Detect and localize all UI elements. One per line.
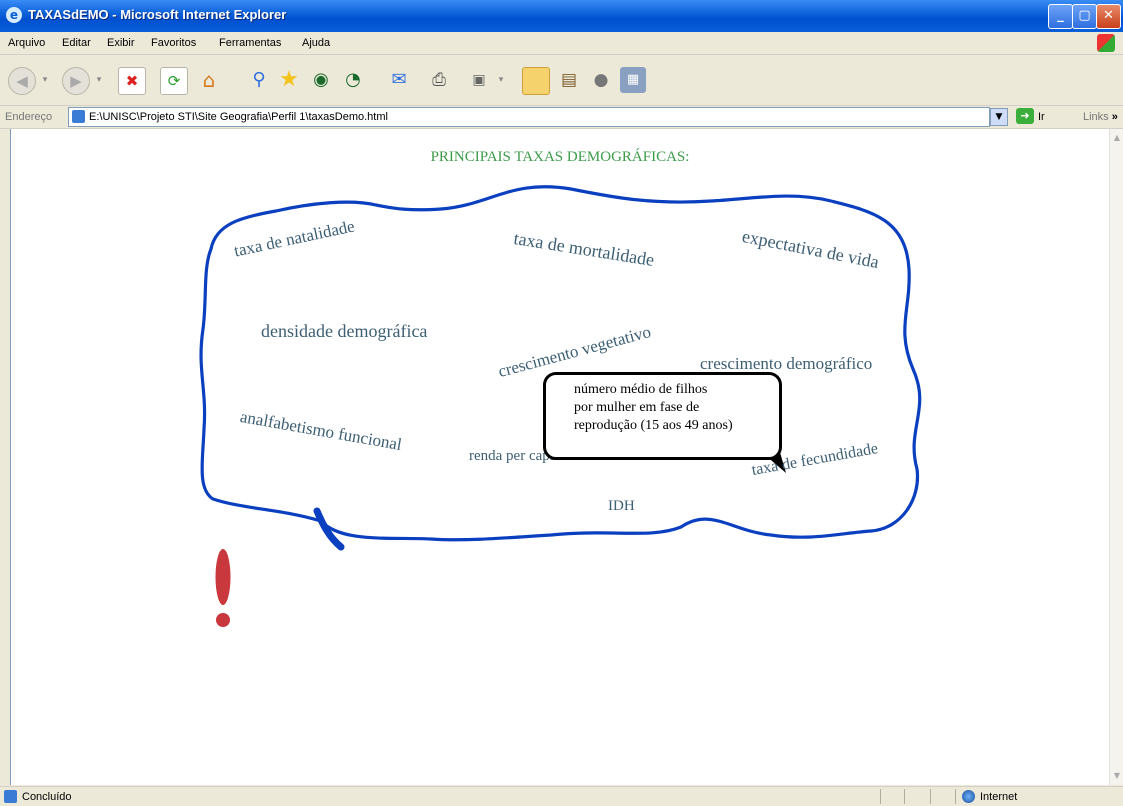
status-text: Concluído — [22, 791, 72, 803]
scroll-up-icon[interactable]: ▲ — [1111, 131, 1123, 145]
go-arrow-icon[interactable]: ➜ — [1016, 108, 1034, 124]
print-icon[interactable]: ⎙ — [426, 67, 452, 93]
go-button[interactable]: Ir — [1038, 111, 1045, 123]
history-icon[interactable]: ◔ — [340, 67, 366, 93]
tooltip-text: número médio de filhos por mulher em fas… — [574, 381, 774, 435]
status-divider — [930, 789, 931, 804]
menu-ajuda[interactable]: Ajuda — [302, 37, 330, 49]
links-button[interactable]: Links » — [1083, 111, 1118, 123]
page-content: PRINCIPAIS TAXAS DEMOGRÁFICAS: taxa de n… — [10, 129, 1109, 785]
page-done-icon — [4, 790, 17, 803]
internet-zone-icon — [962, 790, 975, 803]
close-button[interactable]: ✕ — [1096, 4, 1121, 29]
menu-editar[interactable]: Editar — [62, 37, 91, 49]
back-icon[interactable]: ◀ — [8, 67, 36, 95]
media-icon[interactable]: ◉ — [308, 67, 334, 93]
refresh-icon[interactable]: ⟳ — [160, 67, 188, 95]
address-dropdown-icon[interactable]: ▼ — [990, 108, 1008, 126]
address-input[interactable]: E:\UNISC\Projeto STI\Site Geografia\Perf… — [68, 107, 990, 127]
window-title: TAXASdEMO - Microsoft Internet Explorer — [28, 7, 287, 22]
toolbar: ◀ ▾ ▶ ▾ ✖ ⟳ ⌂ ⚲ ★ ◉ ◔ ✉ ⎙ ▣ ▾ ▤ ● ▦ — [0, 55, 1123, 106]
tooltip-line-1: número médio de filhos — [574, 382, 708, 397]
address-url: E:\UNISC\Projeto STI\Site Geografia\Perf… — [89, 111, 388, 123]
home-icon[interactable]: ⌂ — [196, 67, 222, 93]
links-chevron-icon: » — [1111, 111, 1118, 123]
calculator-icon[interactable]: ▦ — [620, 67, 646, 93]
status-divider — [904, 789, 905, 804]
messenger-icon[interactable]: ● — [588, 67, 614, 93]
search-icon[interactable]: ⚲ — [246, 67, 272, 93]
address-label: Endereço — [5, 111, 53, 123]
windows-logo-icon — [1097, 34, 1115, 52]
status-divider — [955, 789, 956, 804]
menu-favoritos[interactable]: Favoritos — [151, 37, 196, 49]
folder-icon[interactable] — [522, 67, 550, 95]
menu-bar: Arquivo Editar Exibir Favoritos Ferramen… — [0, 32, 1123, 55]
term-idh[interactable]: IDH — [608, 498, 635, 515]
exclamation-dot — [216, 613, 230, 627]
menu-ferramentas[interactable]: Ferramentas — [219, 37, 281, 49]
scroll-down-icon[interactable]: ▼ — [1111, 769, 1123, 783]
page-icon — [72, 110, 85, 123]
ie-icon: e — [6, 7, 22, 23]
title-bar: e TAXASdEMO - Microsoft Internet Explore… — [0, 0, 1123, 32]
links-label: Links — [1083, 111, 1109, 123]
status-bar: Concluído Internet — [0, 786, 1123, 806]
maximize-button[interactable]: ▢ — [1072, 4, 1097, 29]
menu-exibir[interactable]: Exibir — [107, 37, 135, 49]
vertical-scrollbar[interactable]: ▲ ▼ — [1109, 129, 1123, 785]
stop-icon[interactable]: ✖ — [118, 67, 146, 95]
cloud-tail — [313, 507, 345, 551]
back-dropdown-icon[interactable]: ▾ — [40, 67, 50, 93]
minimize-button[interactable]: _ — [1048, 4, 1073, 29]
term-crescimento-demografico[interactable]: crescimento demográfico — [700, 354, 872, 374]
forward-dropdown-icon[interactable]: ▾ — [94, 67, 104, 93]
security-zone-label: Internet — [980, 791, 1018, 803]
research-icon[interactable]: ▤ — [556, 67, 582, 93]
favorites-icon[interactable]: ★ — [276, 67, 302, 93]
edit-dropdown-icon[interactable]: ▾ — [496, 67, 506, 93]
exclamation-bar — [215, 549, 231, 605]
address-bar: Endereço E:\UNISC\Projeto STI\Site Geogr… — [0, 106, 1123, 129]
tooltip-line-3: reprodução (15 aos 49 anos) — [574, 418, 733, 433]
term-densidade-demografica[interactable]: densidade demográfica — [261, 321, 427, 342]
status-divider — [880, 789, 881, 804]
edit-icon[interactable]: ▣ — [466, 67, 492, 93]
forward-icon[interactable]: ▶ — [62, 67, 90, 95]
menu-arquivo[interactable]: Arquivo — [8, 37, 45, 49]
tooltip-line-2: por mulher em fase de — [574, 400, 700, 415]
mail-icon[interactable]: ✉ — [386, 67, 412, 93]
